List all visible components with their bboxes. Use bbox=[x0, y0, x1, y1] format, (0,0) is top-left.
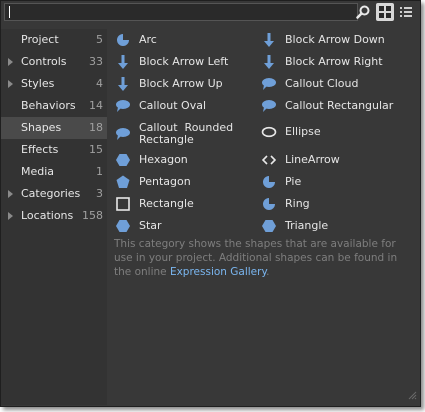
search-input[interactable] bbox=[4, 3, 358, 21]
description-suffix: . bbox=[266, 266, 270, 278]
shape-item-label: Arc bbox=[139, 33, 157, 46]
shape-item-block-arrow-up[interactable]: Block Arrow Up bbox=[115, 73, 223, 95]
grid-view-icon[interactable] bbox=[376, 3, 394, 21]
sidebar-item-project[interactable]: Project 5 bbox=[1, 29, 107, 51]
sidebar-item-controls[interactable]: Controls 33 bbox=[1, 51, 107, 73]
shape-item-pentagon[interactable]: Pentagon bbox=[115, 171, 191, 193]
search-bar bbox=[4, 3, 414, 21]
pie-icon bbox=[261, 174, 277, 190]
callout-oval-icon bbox=[115, 98, 131, 114]
block-arrow-up-icon bbox=[115, 76, 131, 92]
sidebar-item-behaviors[interactable]: Behaviors 14 bbox=[1, 95, 107, 117]
shape-item-label: Star bbox=[139, 219, 162, 232]
shape-item-label: Ring bbox=[285, 197, 310, 210]
shape-item-label: LineArrow bbox=[285, 153, 340, 166]
rectangle-icon bbox=[115, 196, 131, 212]
shape-item-callout-rounded-rectangle[interactable]: Callout Rounded Rectangle bbox=[115, 119, 233, 149]
shape-item-star[interactable]: Star bbox=[115, 215, 162, 237]
shape-item-callout-rectangular[interactable]: Callout Rectangular bbox=[261, 95, 393, 117]
sidebar-item-shapes[interactable]: Shapes 18 bbox=[1, 117, 107, 139]
list-view-icon[interactable] bbox=[397, 3, 415, 21]
sidebar-item-label: Categories bbox=[21, 187, 81, 200]
shape-item-label: Callout Rectangular bbox=[285, 99, 394, 112]
text-caret bbox=[9, 6, 10, 18]
shape-item-block-arrow-right[interactable]: Block Arrow Right bbox=[261, 51, 383, 73]
magnifier-icon[interactable] bbox=[354, 3, 372, 21]
sidebar-item-count: 3 bbox=[96, 187, 103, 200]
triangle-icon bbox=[261, 218, 277, 234]
shape-item-label: Block Arrow Up bbox=[139, 77, 223, 90]
expand-arrow-icon[interactable] bbox=[8, 212, 13, 220]
sidebar-item-locations[interactable]: Locations 158 bbox=[1, 205, 107, 227]
sidebar-item-count: 18 bbox=[89, 121, 103, 134]
expand-arrow-icon[interactable] bbox=[8, 190, 13, 198]
sidebar-item-label: Shapes bbox=[21, 121, 62, 134]
shape-item-label: Hexagon bbox=[139, 153, 188, 166]
shape-item-label: Block Arrow Down bbox=[285, 33, 385, 46]
line-arrow-icon bbox=[261, 152, 277, 168]
arc-icon bbox=[115, 32, 131, 48]
shape-item-label: Pentagon bbox=[139, 175, 191, 188]
shape-item-arc[interactable]: Arc bbox=[115, 29, 157, 51]
sidebar-item-effects[interactable]: Effects 15 bbox=[1, 139, 107, 161]
shape-item-block-arrow-left[interactable]: Block Arrow Left bbox=[115, 51, 228, 73]
shape-item-label: Triangle bbox=[285, 219, 329, 232]
shape-item-label: Ellipse bbox=[285, 125, 321, 138]
shape-item-pie[interactable]: Pie bbox=[261, 171, 301, 193]
callout-cloud-icon bbox=[261, 76, 277, 92]
shape-item-line-arrow[interactable]: LineArrow bbox=[261, 149, 340, 171]
category-sidebar: Project 5 Controls 33 Styles 4 Behaviors… bbox=[1, 29, 107, 405]
shape-item-ellipse[interactable]: Ellipse bbox=[261, 121, 321, 143]
shape-item-ring[interactable]: Ring bbox=[261, 193, 310, 215]
sidebar-item-count: 158 bbox=[82, 209, 103, 222]
sidebar-item-label: Behaviors bbox=[21, 99, 76, 112]
sidebar-item-categories[interactable]: Categories 3 bbox=[1, 183, 107, 205]
expand-arrow-icon[interactable] bbox=[8, 80, 13, 88]
shape-item-label: Callout Rounded Rectangle bbox=[139, 121, 234, 146]
shapes-grid: Arc Block Arrow Left Block Arrow Up Call… bbox=[107, 29, 419, 405]
category-description: This category shows the shapes that are … bbox=[114, 237, 414, 279]
sidebar-item-label: Styles bbox=[21, 77, 55, 90]
sidebar-item-count: 1 bbox=[96, 165, 103, 178]
shape-item-label: Block Arrow Left bbox=[139, 55, 229, 68]
pentagon-icon bbox=[115, 174, 131, 190]
expression-gallery-link[interactable]: Expression Gallery bbox=[170, 266, 266, 278]
block-arrow-right-icon bbox=[261, 54, 277, 70]
shape-item-rectangle[interactable]: Rectangle bbox=[115, 193, 194, 215]
shape-item-block-arrow-down[interactable]: Block Arrow Down bbox=[261, 29, 385, 51]
shape-item-label: Callout Cloud bbox=[285, 77, 359, 90]
shape-item-callout-oval[interactable]: Callout Oval bbox=[115, 95, 206, 117]
sidebar-item-label: Effects bbox=[21, 143, 59, 156]
ellipse-icon bbox=[261, 124, 277, 140]
shape-item-callout-cloud[interactable]: Callout Cloud bbox=[261, 73, 358, 95]
sidebar-item-count: 14 bbox=[89, 99, 103, 112]
sidebar-item-count: 5 bbox=[96, 33, 103, 46]
expand-arrow-icon[interactable] bbox=[8, 58, 13, 66]
sidebar-item-count: 4 bbox=[96, 77, 103, 90]
ring-icon bbox=[261, 196, 277, 212]
sidebar-item-count: 15 bbox=[89, 143, 103, 156]
sidebar-item-styles[interactable]: Styles 4 bbox=[1, 73, 107, 95]
shape-item-hexagon[interactable]: Hexagon bbox=[115, 149, 188, 171]
sidebar-item-label: Locations bbox=[21, 209, 74, 222]
sidebar-item-count: 33 bbox=[89, 55, 103, 68]
callout-rounded-rectangle-icon bbox=[115, 126, 131, 142]
block-arrow-left-icon bbox=[115, 54, 131, 70]
sidebar-item-label: Media bbox=[21, 165, 55, 178]
shape-item-label: Pie bbox=[285, 175, 302, 188]
shape-item-label: Callout Oval bbox=[139, 99, 207, 112]
sidebar-item-label: Controls bbox=[21, 55, 67, 68]
shape-item-label: Rectangle bbox=[139, 197, 194, 210]
block-arrow-down-icon bbox=[261, 32, 277, 48]
callout-rectangular-icon bbox=[261, 98, 277, 114]
shape-item-label: Block Arrow Right bbox=[285, 55, 383, 68]
assets-panel: Project 5 Controls 33 Styles 4 Behaviors… bbox=[0, 0, 421, 407]
resize-grip-icon[interactable] bbox=[407, 390, 417, 403]
shape-item-triangle[interactable]: Triangle bbox=[261, 215, 328, 237]
sidebar-item-media[interactable]: Media 1 bbox=[1, 161, 107, 183]
sidebar-item-label: Project bbox=[21, 33, 59, 46]
star-icon bbox=[115, 218, 131, 234]
hexagon-icon bbox=[115, 152, 131, 168]
